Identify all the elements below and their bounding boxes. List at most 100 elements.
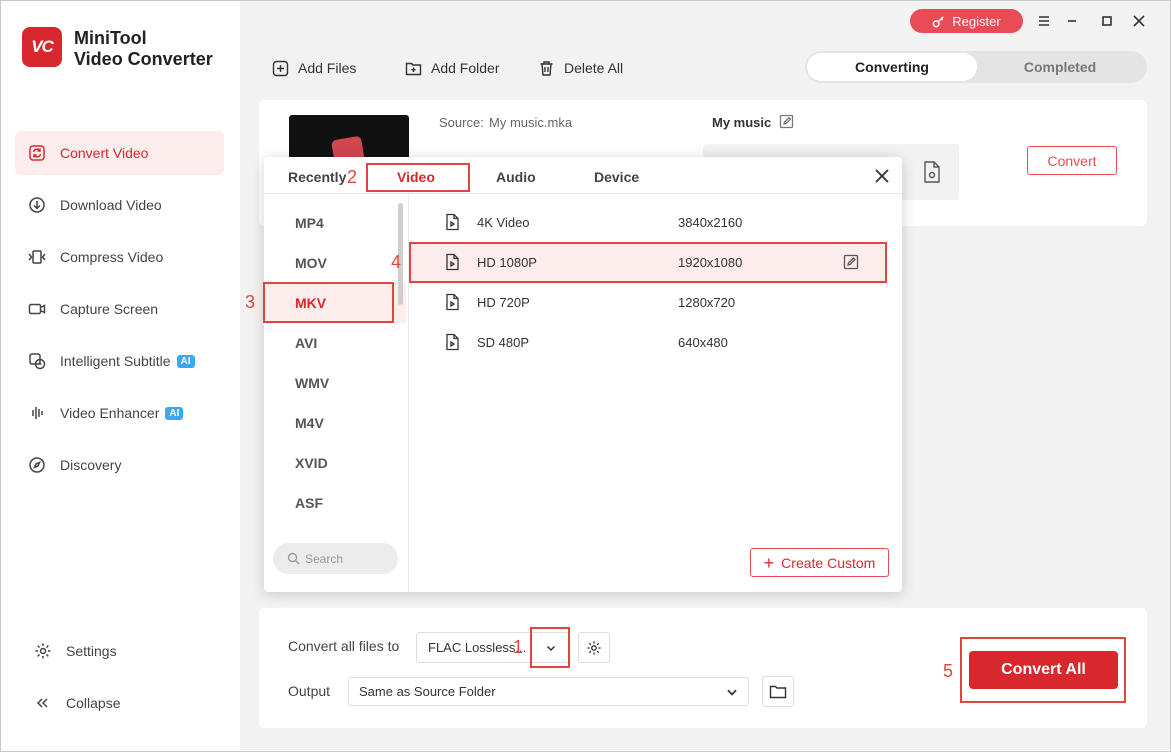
add-folder-button[interactable]: Add Folder [405, 57, 499, 79]
sidebar-item-discovery[interactable]: Discovery [15, 443, 224, 487]
resolution-list: 4K Video 3840x2160 HD 1080P 1920x1080 HD… [411, 202, 886, 362]
register-label: Register [952, 13, 1001, 29]
hamburger-icon [1039, 16, 1049, 26]
collapse-label: Collapse [66, 695, 121, 711]
gear-icon [587, 640, 601, 655]
format-item-mp4[interactable]: MP4 [264, 203, 406, 243]
resolution-size: 1920x1080 [678, 254, 743, 270]
conversion-tabs: Converting Completed [805, 51, 1147, 83]
sidebar-item-video-enhancer[interactable]: Video Enhancer AI [15, 391, 224, 435]
app-title-line1: MiniTool [74, 28, 147, 48]
settings-label: Settings [66, 643, 117, 659]
create-custom-label: Create Custom [781, 554, 876, 571]
resolution-row-4k[interactable]: 4K Video 3840x2160 [411, 202, 886, 242]
edit-title-icon[interactable] [779, 114, 794, 129]
sidebar-item-label: Capture Screen [60, 301, 159, 317]
plus-icon: + [763, 552, 775, 573]
format-dropdown-button[interactable] [532, 629, 570, 667]
video-file-icon [446, 213, 459, 231]
tab-device[interactable]: Device [594, 169, 639, 185]
format-item-wmv[interactable]: WMV [264, 363, 406, 403]
close-popup-icon[interactable] [872, 166, 892, 186]
sidebar-item-label: Download Video [60, 197, 162, 213]
tab-video[interactable]: Video [397, 169, 435, 185]
sidebar-nav: Convert Video Download Video Compress Vi… [15, 131, 224, 495]
tab-audio[interactable]: Audio [496, 169, 536, 185]
ai-badge: AI [176, 354, 195, 368]
video-file-icon [446, 333, 459, 351]
source-value: My music.mka [489, 115, 573, 130]
compass-icon [27, 455, 47, 475]
camera-icon [27, 299, 47, 319]
annotation-number-5: 5 [943, 661, 954, 681]
delete-all-label: Delete All [564, 60, 624, 76]
app-title: MiniTool Video Converter [74, 28, 213, 70]
register-button[interactable]: Register [910, 9, 1023, 33]
trash-icon [540, 60, 553, 76]
resolution-name: SD 480P [477, 334, 530, 350]
folder-icon [769, 685, 787, 698]
sidebar-item-intelligent-subtitle[interactable]: Intelligent Subtitle AI [15, 339, 224, 383]
key-icon [932, 15, 944, 27]
file-settings-icon[interactable] [921, 160, 943, 184]
format-item-mov[interactable]: MOV [264, 243, 406, 283]
sidebar-item-label: Intelligent Subtitle [60, 353, 171, 369]
file-title: My music [712, 115, 772, 130]
add-file-icon [272, 60, 289, 76]
video-file-icon [446, 253, 459, 271]
add-folder-label: Add Folder [431, 60, 500, 76]
sidebar-item-download-video[interactable]: Download Video [15, 183, 224, 227]
annotation-number-2: 2 [347, 167, 358, 187]
resolution-size: 3840x2160 [678, 214, 743, 230]
sidebar-item-capture-screen[interactable]: Capture Screen [15, 287, 224, 331]
output-folder-select[interactable]: Same as Source Folder [348, 677, 749, 706]
close-window-button[interactable] [1129, 11, 1149, 31]
resolution-row-hd-720p[interactable]: HD 720P 1280x720 [411, 282, 886, 322]
format-search-input[interactable]: Search [273, 543, 398, 574]
convert-button[interactable]: Convert [1027, 146, 1117, 175]
popup-divider [264, 193, 902, 194]
delete-all-button[interactable]: Delete All [538, 57, 623, 79]
subtitle-icon [27, 351, 47, 371]
add-files-button[interactable]: Add Files [272, 57, 356, 79]
sidebar: VC MiniTool Video Converter Convert Vide… [1, 1, 239, 750]
format-item-xvid[interactable]: XVID [264, 443, 406, 483]
format-item-m4v[interactable]: M4V [264, 403, 406, 443]
ai-badge: AI [165, 406, 184, 420]
format-settings-button[interactable] [578, 632, 610, 663]
search-placeholder: Search [305, 551, 344, 566]
convert-all-button[interactable]: Convert All [969, 651, 1118, 689]
resolution-name: HD 720P [477, 294, 530, 310]
convert-all-format-value: FLAC Lossless... [428, 640, 527, 655]
gear-icon [33, 641, 53, 661]
sidebar-item-convert-video[interactable]: Convert Video [15, 131, 224, 175]
resolution-row-sd-480p[interactable]: SD 480P 640x480 [411, 322, 886, 362]
format-list: MP4 MOV MKV AVI WMV M4V XVID ASF [264, 203, 406, 523]
settings-button[interactable]: Settings [21, 633, 221, 669]
edit-preset-icon[interactable] [843, 254, 859, 270]
format-popup: Recently Video Audio Device MP4 MOV MKV … [264, 157, 902, 592]
menu-button[interactable] [1034, 11, 1054, 31]
output-folder-value: Same as Source Folder [359, 684, 496, 699]
format-item-mkv[interactable]: MKV [264, 283, 406, 323]
maximize-icon [1102, 16, 1112, 26]
open-folder-button[interactable] [762, 676, 794, 707]
close-icon [1133, 15, 1145, 27]
tab-recently[interactable]: Recently [288, 169, 346, 185]
format-item-avi[interactable]: AVI [264, 323, 406, 363]
sidebar-item-compress-video[interactable]: Compress Video [15, 235, 224, 279]
minimize-button[interactable] [1062, 11, 1082, 31]
format-item-asf[interactable]: ASF [264, 483, 406, 523]
maximize-button[interactable] [1097, 11, 1117, 31]
search-icon [287, 552, 300, 565]
download-icon [27, 195, 47, 215]
video-file-icon [446, 293, 459, 311]
tab-converting[interactable]: Converting [807, 53, 977, 81]
app-title-line2: Video Converter [74, 49, 213, 69]
tab-completed[interactable]: Completed [975, 53, 1145, 81]
output-label: Output [288, 683, 331, 699]
convert-icon [27, 143, 47, 163]
resolution-row-hd-1080p[interactable]: HD 1080P 1920x1080 [411, 242, 886, 282]
collapse-button[interactable]: Collapse [21, 685, 221, 721]
create-custom-button[interactable]: + Create Custom [750, 548, 889, 577]
